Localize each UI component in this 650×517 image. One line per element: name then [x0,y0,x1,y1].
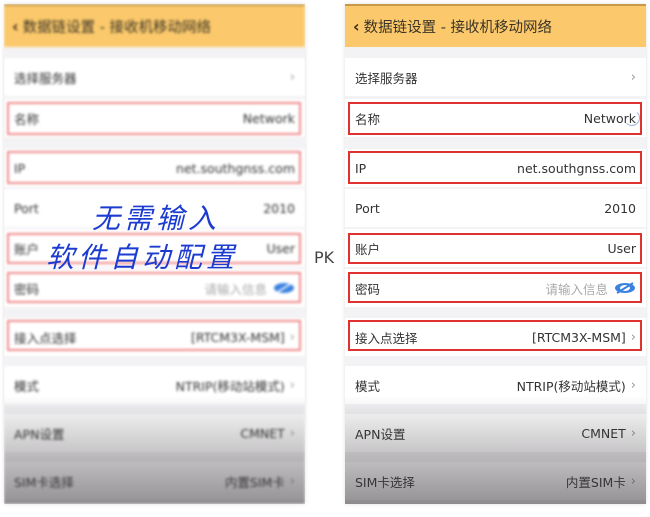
row-value: 2010 [604,200,636,216]
annotation-line1: 无需输入 [92,202,221,235]
chevron-right-icon: › [289,377,295,393]
annotation-line2: 软件自动配置 [46,241,239,274]
row-label: Port [355,200,380,216]
highlight-password [348,272,642,303]
highlight-ip [7,151,301,184]
row-port[interactable]: Port 2010 [345,189,646,227]
header-title: 数据链设置 - 接收机移动网络 [363,20,553,36]
row-value: NTRIP(移动站模式) [175,378,285,394]
bottom-shade [4,396,305,504]
highlight-name [7,102,301,135]
row-value: NTRIP(移动站模式) [516,378,626,394]
row-label: 模式 [14,378,40,394]
highlight-account [348,233,642,264]
right-phone-screen: ‹ 数据链设置 - 接收机移动网络 选择服务器 › 名称 Network IP … [345,4,646,504]
row-value: 2010 [263,200,295,216]
header-bar: ‹ 数据链设置 - 接收机移动网络 [4,4,305,47]
chevron-left-icon[interactable]: ‹ [12,17,19,36]
row-label: 选择服务器 [14,70,77,86]
pk-separator: PK [314,248,335,267]
row-label: 模式 [355,378,381,394]
highlight-name [348,102,642,135]
highlight-ip [348,151,642,184]
highlight-password [7,272,301,303]
chevron-left-icon[interactable]: ‹ [353,17,360,36]
chevron-right-icon: › [630,377,636,393]
header-title: 数据链设置 - 接收机移动网络 [22,20,212,36]
highlight-mountpoint [348,320,642,351]
row-select-server[interactable]: 选择服务器 › [345,58,646,96]
left-phone-screen: ‹ 数据链设置 - 接收机移动网络 选择服务器 › 名称 Network IP … [4,4,305,504]
row-select-server[interactable]: 选择服务器 › [4,58,305,96]
header-bar: ‹ 数据链设置 - 接收机移动网络 [345,4,646,47]
row-label: 选择服务器 [355,70,418,86]
chevron-right-icon: › [630,69,636,85]
bottom-shade [345,396,646,504]
chevron-right-icon: › [289,69,295,85]
highlight-mountpoint [7,320,301,351]
